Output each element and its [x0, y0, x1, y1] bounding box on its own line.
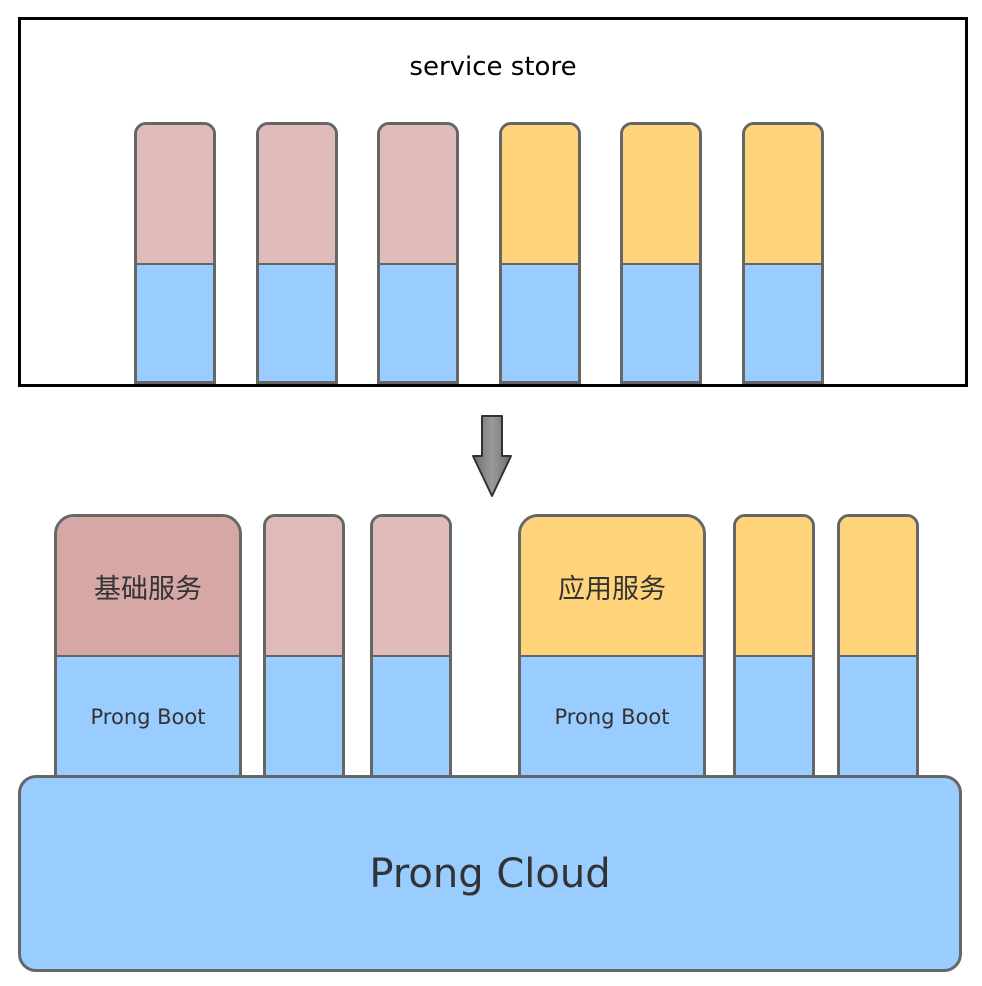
store-column-bottom: [502, 265, 578, 381]
store-column-bottom: [380, 265, 456, 381]
service-instance-top: [840, 517, 916, 657]
service-instance-bottom: [373, 657, 449, 776]
prong-boot-block: Prong Boot: [521, 657, 703, 776]
down-arrow-icon: [472, 415, 512, 497]
store-column-bottom: [259, 265, 335, 381]
service-instance-top: [736, 517, 812, 657]
store-column-app-2: [620, 122, 702, 384]
store-column-top: [259, 125, 335, 265]
service-store-title: service store: [409, 52, 577, 82]
prong-boot-label: Prong Boot: [90, 704, 206, 729]
store-column-basic-3: [377, 122, 459, 384]
store-column-top: [380, 125, 456, 265]
app-service-instance-2: [837, 514, 919, 779]
service-instance-top: [373, 517, 449, 657]
basic-service-block: 基础服务: [57, 517, 239, 657]
prong-boot-label: Prong Boot: [554, 704, 670, 729]
basic-service-instance-1: [263, 514, 345, 779]
store-column-bottom: [623, 265, 699, 381]
store-column-top: [137, 125, 213, 265]
basic-service-label: 基础服务: [94, 573, 202, 605]
store-column-basic-2: [256, 122, 338, 384]
service-instance-top: [266, 517, 342, 657]
service-instance-bottom: [736, 657, 812, 776]
basic-service-column: 基础服务 Prong Boot: [54, 514, 242, 779]
app-service-column: 应用服务 Prong Boot: [518, 514, 706, 779]
store-column-app-1: [499, 122, 581, 384]
prong-boot-block: Prong Boot: [57, 657, 239, 776]
basic-service-instance-2: [370, 514, 452, 779]
store-column-bottom: [745, 265, 821, 381]
service-instance-bottom: [840, 657, 916, 776]
store-column-top: [623, 125, 699, 265]
app-service-instance-1: [733, 514, 815, 779]
store-column-bottom: [137, 265, 213, 381]
store-column-basic-1: [134, 122, 216, 384]
store-column-app-3: [742, 122, 824, 384]
prong-cloud-label: Prong Cloud: [369, 850, 611, 897]
app-service-block: 应用服务: [521, 517, 703, 657]
store-column-top: [745, 125, 821, 265]
prong-cloud-platform: Prong Cloud: [18, 775, 962, 972]
store-column-top: [502, 125, 578, 265]
app-service-label: 应用服务: [558, 573, 666, 605]
service-instance-bottom: [266, 657, 342, 776]
